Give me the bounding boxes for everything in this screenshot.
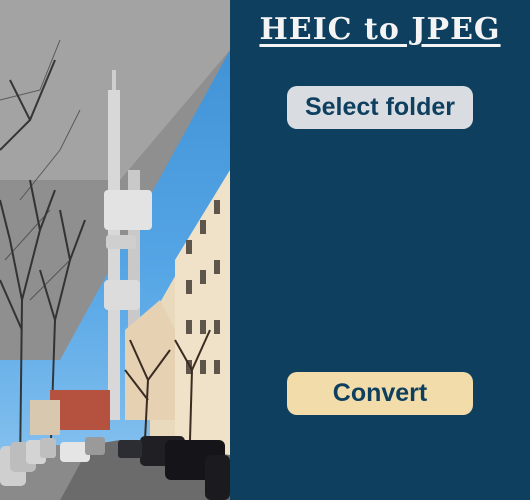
city-street-tv-tower-photo (0, 0, 230, 500)
select-folder-button[interactable]: Select folder (287, 86, 473, 129)
app-title: HEIC to JPEG (259, 12, 501, 47)
app-window: HEIC to JPEG Select folder Convert (0, 0, 530, 500)
header-photo (0, 0, 230, 500)
control-panel: HEIC to JPEG Select folder Convert (230, 0, 530, 500)
convert-button[interactable]: Convert (287, 372, 473, 415)
